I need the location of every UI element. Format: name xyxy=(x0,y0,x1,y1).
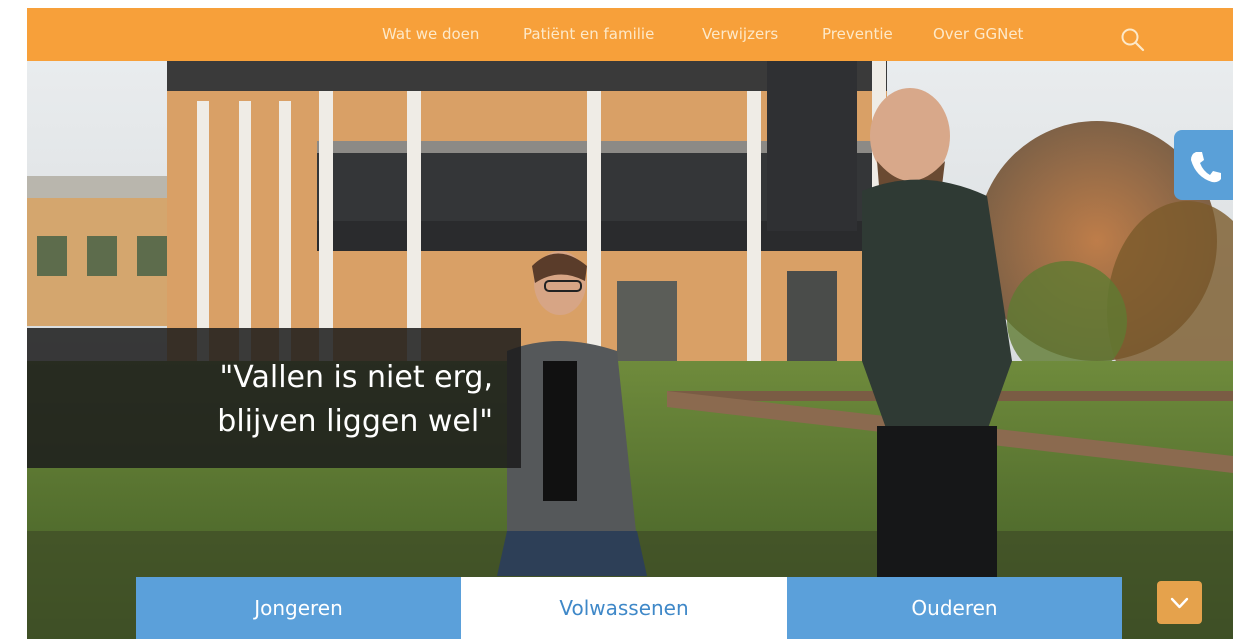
tab-volwassenen[interactable]: Volwassenen xyxy=(461,577,787,639)
quote-line-1: "Vallen is niet erg, xyxy=(219,360,493,395)
nav-item-preventie[interactable]: Preventie xyxy=(822,25,893,43)
nav-item-over-ggnet[interactable]: Over GGNet xyxy=(933,25,1023,43)
nav-item-wat-we-doen[interactable]: Wat we doen xyxy=(382,25,479,43)
hero-quote: "Vallen is niet erg, blijven liggen wel" xyxy=(27,328,521,468)
phone-contact-button[interactable] xyxy=(1174,130,1233,200)
chevron-down-icon xyxy=(1170,597,1189,609)
tab-jongeren[interactable]: Jongeren xyxy=(136,577,461,639)
quote-line-2: blijven liggen wel" xyxy=(217,404,493,439)
nav-item-verwijzers[interactable]: Verwijzers xyxy=(702,25,778,43)
nav-item-patient-en-familie[interactable]: Patiënt en familie xyxy=(523,25,654,43)
scroll-down-button[interactable] xyxy=(1157,581,1202,624)
phone-icon xyxy=(1191,152,1221,183)
main-navigation: Wat we doen Patiënt en familie Verwijzer… xyxy=(27,8,1233,61)
search-icon[interactable] xyxy=(1120,27,1146,53)
tab-ouderen[interactable]: Ouderen xyxy=(787,577,1122,639)
